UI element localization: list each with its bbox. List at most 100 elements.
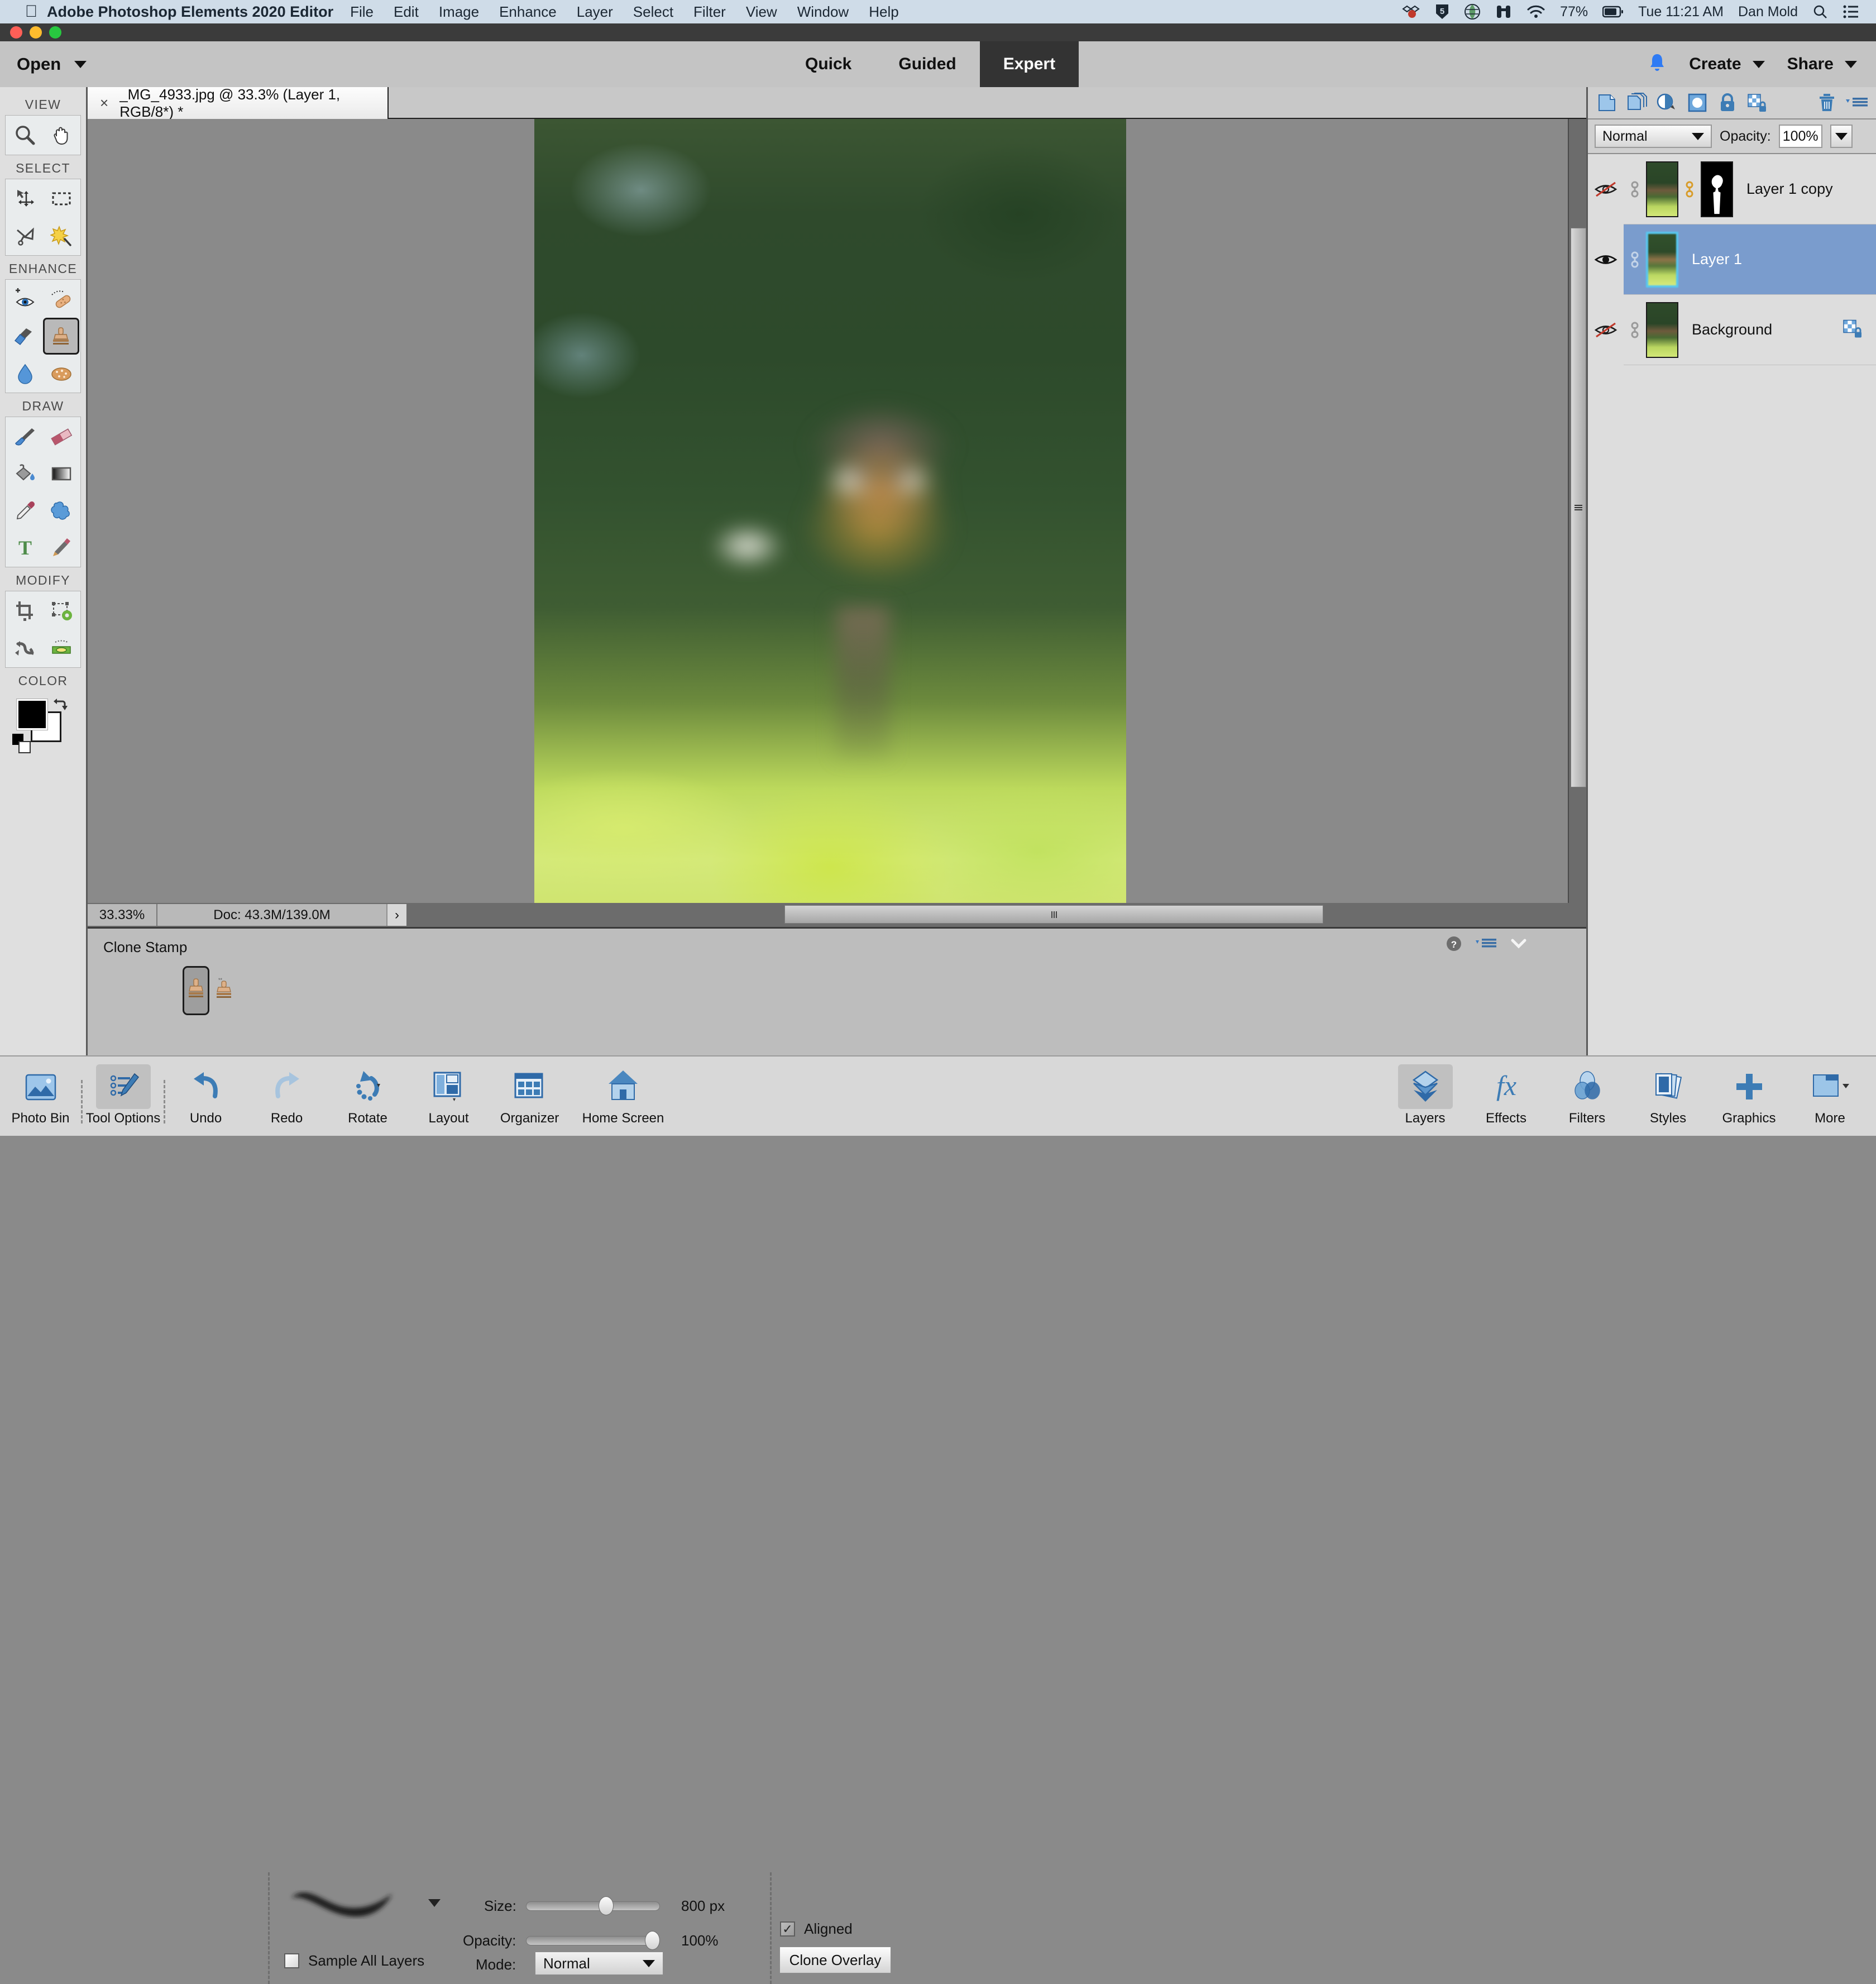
spotlight-search-icon[interactable]	[1812, 4, 1828, 20]
panel-menu-icon[interactable]	[1845, 90, 1869, 115]
close-icon[interactable]: ×	[100, 94, 108, 112]
layer-name-label[interactable]: Layer 1 copy	[1746, 180, 1833, 198]
open-button[interactable]: Open	[17, 54, 87, 74]
gradient-tool[interactable]	[43, 455, 79, 492]
smart-brush-tool[interactable]	[7, 318, 43, 355]
opacity-slider-knob[interactable]	[645, 1931, 660, 1950]
chevron-down-icon[interactable]	[1692, 132, 1704, 140]
minimize-button[interactable]	[30, 26, 42, 39]
document-tab[interactable]: × _MG_4933.jpg @ 33.3% (Layer 1, RGB/8*)…	[88, 86, 389, 120]
taskbar-effects[interactable]: fx Effects	[1466, 1056, 1547, 1135]
status-expand-icon[interactable]: ›	[386, 904, 406, 926]
blend-mode-select[interactable]: Normal	[1595, 125, 1712, 148]
move-tool[interactable]	[7, 180, 43, 217]
straighten-tool[interactable]	[43, 629, 79, 666]
clone-stamp-tool[interactable]	[42, 318, 79, 355]
tab-guided[interactable]: Guided	[875, 41, 979, 87]
canvas-photo[interactable]	[534, 119, 1126, 903]
eraser-tool[interactable]	[43, 418, 79, 455]
help-question-icon[interactable]: ?	[1446, 935, 1462, 955]
share-button[interactable]: Share	[1787, 55, 1857, 74]
clock-label[interactable]: Tue 11:21 AM	[1638, 4, 1724, 20]
paint-bucket-tool[interactable]	[7, 455, 43, 492]
menu-image[interactable]: Image	[439, 3, 479, 21]
battery-icon[interactable]	[1602, 6, 1624, 18]
zoom-tool[interactable]	[7, 117, 43, 154]
globe-icon[interactable]	[1464, 3, 1481, 20]
crop-tool[interactable]	[7, 592, 43, 629]
taskbar-tool-options[interactable]: Tool Options	[83, 1056, 164, 1135]
zoom-button[interactable]	[49, 26, 61, 39]
chevron-down-icon[interactable]	[1845, 60, 1857, 68]
pattern-stamp-preset[interactable]: **	[210, 966, 237, 1015]
chevron-down-icon[interactable]	[74, 60, 87, 68]
layer-visibility-toggle[interactable]	[1588, 154, 1624, 224]
scrollbar-thumb[interactable]	[1571, 228, 1586, 787]
layer-visibility-toggle[interactable]	[1588, 294, 1624, 365]
adjustment-layer-icon[interactable]	[1655, 90, 1679, 115]
hand-tool[interactable]	[43, 117, 79, 154]
duplicate-layer-icon[interactable]	[1625, 90, 1649, 115]
apple-logo-icon[interactable]: 	[19, 3, 44, 20]
type-tool[interactable]: T	[7, 529, 43, 566]
menu-window[interactable]: Window	[797, 3, 849, 21]
layer-name-label[interactable]: Layer 1	[1692, 251, 1742, 268]
binoculars-icon[interactable]	[1495, 3, 1512, 20]
panel-menu-icon[interactable]	[1475, 936, 1498, 954]
sponge-tool[interactable]	[43, 355, 79, 391]
menu-file[interactable]: File	[350, 3, 374, 21]
notification-bell-icon[interactable]	[1648, 52, 1667, 76]
default-colors-icon[interactable]	[12, 734, 32, 757]
brush-tool[interactable]	[7, 418, 43, 455]
taskbar-rotate[interactable]: Rotate	[327, 1056, 408, 1135]
rectangular-marquee-tool[interactable]	[43, 180, 79, 217]
layer-thumbnail[interactable]	[1646, 161, 1678, 217]
menu-view[interactable]: View	[746, 3, 777, 21]
menu-layer[interactable]: Layer	[577, 3, 613, 21]
taskbar-redo[interactable]: Redo	[246, 1056, 327, 1135]
eyedropper-tool[interactable]	[7, 492, 43, 529]
quick-selection-tool[interactable]	[43, 217, 79, 254]
custom-shape-tool[interactable]	[43, 492, 79, 529]
checkbox-box[interactable]	[284, 1953, 299, 1968]
checkbox-box-checked[interactable]: ✓	[780, 1921, 795, 1937]
layer-visibility-toggle[interactable]	[1588, 224, 1624, 295]
size-slider-track[interactable]	[526, 1901, 660, 1911]
layer-opacity-dropdown[interactable]	[1830, 125, 1853, 148]
taskbar-filters[interactable]: Filters	[1547, 1056, 1628, 1135]
canvas-vertical-scrollbar[interactable]	[1568, 119, 1586, 903]
lasso-tool[interactable]	[7, 217, 43, 254]
chevron-down-icon[interactable]	[643, 1959, 655, 1967]
opacity-slider[interactable]	[526, 1931, 660, 1950]
chevron-down-icon[interactable]	[1835, 132, 1848, 140]
menu-edit[interactable]: Edit	[394, 3, 419, 21]
swap-colors-icon[interactable]	[52, 697, 69, 714]
chevron-down-icon[interactable]	[1752, 60, 1765, 68]
canvas-horizontal-scrollbar-thumb[interactable]	[784, 905, 1323, 924]
clone-overlay-button[interactable]: Clone Overlay	[779, 1946, 892, 1974]
foreground-color-swatch[interactable]	[17, 699, 47, 730]
table-row[interactable]: Layer 1	[1588, 224, 1876, 295]
close-button[interactable]	[10, 26, 22, 39]
taskbar-photo-bin[interactable]: Photo Bin	[0, 1056, 81, 1135]
mode-select[interactable]: Normal	[534, 1951, 664, 1976]
lock-transparency-icon[interactable]	[1842, 318, 1864, 341]
taskbar-more[interactable]: More	[1789, 1056, 1870, 1135]
menu-filter[interactable]: Filter	[693, 3, 726, 21]
control-center-icon[interactable]	[1842, 4, 1859, 19]
menu-enhance[interactable]: Enhance	[499, 3, 557, 21]
taskbar-styles[interactable]: Styles	[1628, 1056, 1708, 1135]
sample-all-layers-checkbox[interactable]: Sample All Layers	[284, 1952, 424, 1969]
clone-stamp-preset[interactable]	[183, 966, 209, 1015]
content-aware-move-tool[interactable]	[7, 629, 43, 666]
taskbar-graphics[interactable]: Graphics	[1708, 1056, 1789, 1135]
tab-quick[interactable]: Quick	[782, 41, 875, 87]
aligned-checkbox[interactable]: ✓ Aligned	[780, 1920, 853, 1938]
dropbox-icon[interactable]	[1401, 4, 1420, 20]
layer-mask-thumbnail[interactable]	[1701, 161, 1733, 217]
menu-select[interactable]: Select	[633, 3, 673, 21]
layer-link-toggle[interactable]	[1624, 179, 1646, 200]
menu-help[interactable]: Help	[869, 3, 898, 21]
soft-round-brush-thumbnail[interactable]	[286, 1881, 398, 1921]
layer-thumbnail[interactable]	[1646, 302, 1678, 358]
